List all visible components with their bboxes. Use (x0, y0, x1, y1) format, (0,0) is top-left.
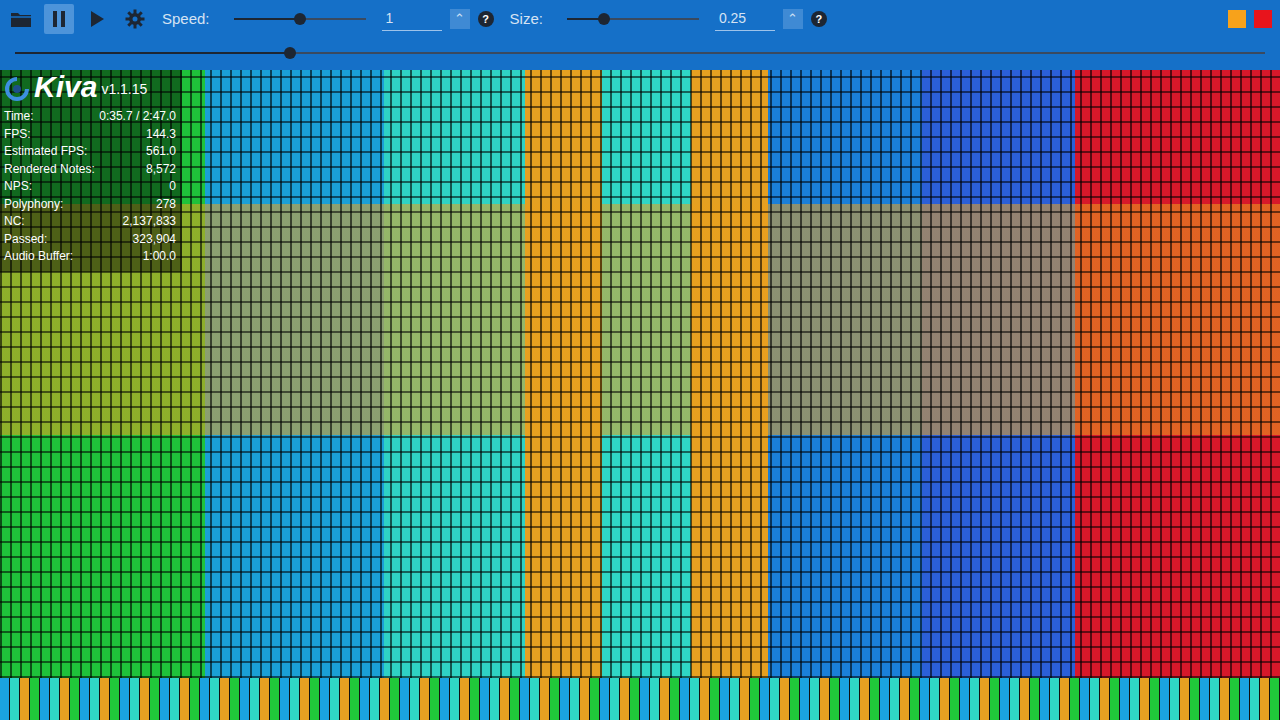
speed-track (234, 18, 366, 20)
pause-icon (51, 10, 67, 28)
stat-row: NC: 2,137,833 (4, 213, 176, 231)
stat-row: Rendered Notes: 8,572 (4, 161, 176, 179)
seek-track (15, 52, 1265, 54)
speed-fill (234, 18, 300, 20)
play-button[interactable] (82, 4, 112, 34)
speed-help[interactable]: ? (478, 11, 494, 27)
swirl-icon (4, 76, 30, 102)
stat-row: Audio Buffer: 1:00.0 (4, 248, 176, 266)
stat-value: 8,572 (146, 161, 176, 179)
stat-row: NPS: 0 (4, 178, 176, 196)
stat-label: Polyphony: (4, 196, 63, 214)
stat-value: 1:00.0 (143, 248, 176, 266)
size-field[interactable]: 0.25 (715, 8, 775, 31)
stat-label: Passed: (4, 231, 47, 249)
play-icon (89, 10, 105, 28)
size-spinner[interactable]: ⌃ (783, 9, 803, 29)
speed-field[interactable]: 1 (382, 8, 442, 31)
open-button[interactable] (6, 4, 36, 34)
stat-row: FPS: 144.3 (4, 126, 176, 144)
stat-row: Passed: 323,904 (4, 231, 176, 249)
stat-label: Estimated FPS: (4, 143, 87, 161)
size-track (567, 18, 699, 20)
stat-value: 144.3 (146, 126, 176, 144)
player-stage: Kiva v1.1.15 Time: 0:35.7 / 2:47.0 FPS: 144… (0, 70, 1280, 720)
stat-label: NPS: (4, 178, 32, 196)
speed-label: Speed: (162, 8, 210, 31)
app-logo: Kiva v1.1.15 (4, 72, 176, 102)
stat-label: Time: (4, 108, 34, 126)
stat-label: Audio Buffer: (4, 248, 73, 266)
seek-bar[interactable] (0, 38, 1280, 54)
size-help[interactable]: ? (811, 11, 827, 27)
window-button[interactable] (1254, 10, 1272, 28)
window-button[interactable] (1228, 10, 1246, 28)
size-slider[interactable] (567, 10, 699, 28)
toolbar-area: Speed: 1 ⌃ ? Size: 0.25 ⌃ ? (0, 0, 1280, 70)
gear-icon (125, 9, 145, 29)
stat-value: 323,904 (133, 231, 176, 249)
window-buttons (1228, 10, 1272, 28)
speed-slider[interactable] (234, 10, 366, 28)
size-thumb[interactable] (598, 13, 610, 25)
stat-value: 561.0 (146, 143, 176, 161)
speed-spinner[interactable]: ⌃ (450, 9, 470, 29)
seek-thumb[interactable] (284, 47, 296, 59)
stat-value: 278 (156, 196, 176, 214)
stat-row: Polyphony: 278 (4, 196, 176, 214)
folder-icon (10, 10, 32, 28)
stat-value: 2,137,833 (123, 213, 176, 231)
stat-row: Time: 0:35.7 / 2:47.0 (4, 108, 176, 126)
stat-label: Rendered Notes: (4, 161, 95, 179)
stat-row: Estimated FPS: 561.0 (4, 143, 176, 161)
pause-button[interactable] (44, 4, 74, 34)
stat-label: NC: (4, 213, 25, 231)
stat-value: 0:35.7 / 2:47.0 (99, 108, 176, 126)
app-name: Kiva (34, 72, 97, 102)
toolbar: Speed: 1 ⌃ ? Size: 0.25 ⌃ ? (0, 0, 1280, 38)
seek-fill (15, 52, 290, 54)
size-label: Size: (510, 8, 543, 31)
stat-label: FPS: (4, 126, 31, 144)
speed-thumb[interactable] (294, 13, 306, 25)
piano-keyboard (0, 678, 1280, 720)
settings-button[interactable] (120, 4, 150, 34)
stats-panel: Kiva v1.1.15 Time: 0:35.7 / 2:47.0 FPS: 144… (0, 70, 182, 272)
stat-value: 0 (169, 178, 176, 196)
note-canvas (0, 70, 1280, 678)
app-version: v1.1.15 (101, 79, 147, 102)
